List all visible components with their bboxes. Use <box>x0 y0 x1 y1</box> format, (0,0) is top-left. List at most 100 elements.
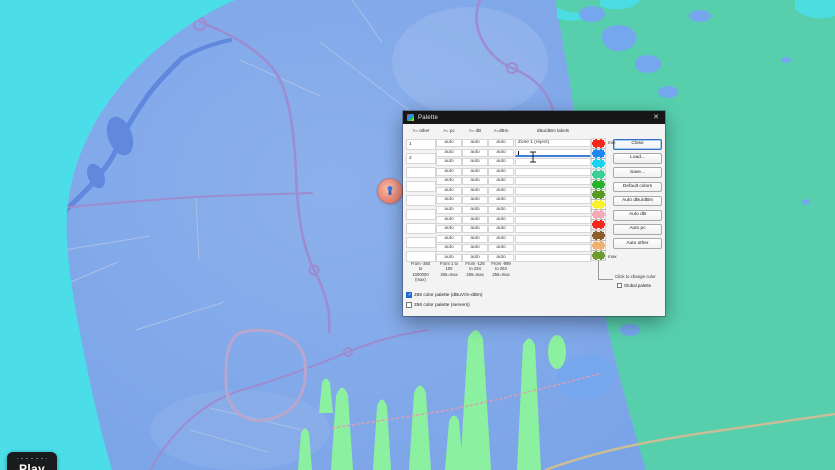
label-field[interactable] <box>515 186 591 195</box>
play-button[interactable]: Play <box>7 452 57 470</box>
site-marker[interactable] <box>378 179 402 203</box>
color-swatch[interactable] <box>591 249 606 261</box>
pc-field[interactable]: auto <box>436 215 462 224</box>
dbm-field[interactable]: auto <box>488 244 514 253</box>
pc-field[interactable]: auto <box>436 139 462 147</box>
dbm-field[interactable]: auto <box>488 167 514 176</box>
db-field[interactable]: auto <box>462 234 488 243</box>
range-db: From -126 to 234 255=max <box>465 261 485 277</box>
pc-field[interactable]: auto <box>436 186 462 195</box>
other-field[interactable] <box>406 167 436 178</box>
screen: Palette ✕ >= other >= pc >= dB >=dBm dBu… <box>0 0 835 470</box>
range-other: From -360 to 1000000 (max) <box>410 261 431 282</box>
label-field[interactable] <box>515 196 591 205</box>
dbm-field[interactable]: auto <box>488 186 514 195</box>
dbm-field[interactable]: auto <box>488 148 514 157</box>
pc-field[interactable]: auto <box>436 234 462 243</box>
dbm-field[interactable]: auto <box>488 234 514 243</box>
palette-app-icon <box>407 114 414 121</box>
labels-column: Zone 1 (reject) <box>515 139 591 262</box>
label-field[interactable] <box>515 158 591 167</box>
palette-button-default-colors[interactable]: Default colors <box>613 181 662 193</box>
dbm-field[interactable]: auto <box>488 225 514 234</box>
header-labels: dBu/dBm labels <box>536 128 570 133</box>
close-icon[interactable]: ✕ <box>647 111 665 124</box>
other-field[interactable]: 1 <box>406 139 436 150</box>
db-field[interactable]: auto <box>462 148 488 157</box>
pc-field[interactable]: auto <box>436 206 462 215</box>
pc-field[interactable]: auto <box>436 244 462 253</box>
label-field[interactable] <box>515 148 591 157</box>
label-field[interactable] <box>515 215 591 224</box>
palette-mode-servers-checkbox[interactable]: 256 color palette (servers) <box>406 302 470 308</box>
color-swatch[interactable] <box>591 158 606 170</box>
header-dbm: >=dBm <box>493 128 509 133</box>
label-field[interactable] <box>515 167 591 176</box>
color-swatch[interactable] <box>591 209 606 221</box>
db-field[interactable]: auto <box>462 206 488 215</box>
dbm-field[interactable]: auto <box>488 177 514 186</box>
dbm-field[interactable]: auto <box>488 139 514 147</box>
db-field[interactable]: auto <box>462 196 488 205</box>
other-field[interactable]: 2 <box>406 153 436 164</box>
other-field[interactable] <box>406 195 436 206</box>
swatch-column <box>591 138 606 261</box>
color-swatch[interactable] <box>591 219 606 231</box>
palette-button-load[interactable]: Load... <box>613 153 662 164</box>
db-field[interactable]: auto <box>462 158 488 167</box>
palette-button-auto-db[interactable]: Auto dB <box>613 210 662 221</box>
color-swatch[interactable] <box>591 188 606 200</box>
palette-button-close[interactable]: Close <box>613 139 662 150</box>
pc-field[interactable]: auto <box>436 148 462 157</box>
other-field[interactable] <box>406 237 436 248</box>
other-field[interactable] <box>406 223 436 234</box>
label-field[interactable]: Zone 1 (reject) <box>515 139 591 147</box>
pc-field[interactable]: auto <box>436 196 462 205</box>
other-field[interactable] <box>406 181 436 192</box>
pc-field[interactable]: auto <box>436 158 462 167</box>
color-swatch[interactable] <box>591 178 606 190</box>
label-field[interactable] <box>515 234 591 243</box>
header-db: >= dB <box>468 128 482 133</box>
label-field[interactable] <box>515 177 591 186</box>
db-field[interactable]: auto <box>462 244 488 253</box>
dbm-field[interactable]: auto <box>488 196 514 205</box>
global-palette-checkbox[interactable]: Global palette <box>617 283 651 288</box>
color-swatch[interactable] <box>591 229 606 241</box>
max-label: max <box>608 254 617 259</box>
header-other: >= other <box>412 128 430 133</box>
range-pc: From 1 to 100 255=max <box>440 261 458 277</box>
palette-button-auto-dbu-dbm[interactable]: Auto dBu/dBm <box>613 195 662 207</box>
dbm-field[interactable]: auto <box>488 215 514 224</box>
palette-button-auto-pc[interactable]: Auto pc <box>613 224 662 235</box>
db-column: auto auto auto auto auto auto auto auto auto auto… <box>462 139 488 262</box>
pc-field[interactable]: auto <box>436 225 462 234</box>
min-label: min <box>608 140 616 145</box>
color-swatch[interactable] <box>591 239 606 251</box>
other-field[interactable] <box>406 209 436 220</box>
color-swatch[interactable] <box>591 138 606 149</box>
db-field[interactable]: auto <box>462 167 488 176</box>
db-field[interactable]: auto <box>462 225 488 234</box>
palette-mode-dbuv-checkbox[interactable]: 256 color palette (dBuV/m-dBm) <box>406 292 483 298</box>
text-cursor-ibeam <box>529 150 537 168</box>
pc-field[interactable]: auto <box>436 177 462 186</box>
color-swatch[interactable] <box>591 168 606 180</box>
dialog-titlebar[interactable]: Palette ✕ <box>403 111 665 124</box>
pc-field[interactable]: auto <box>436 167 462 176</box>
db-field[interactable]: auto <box>462 139 488 147</box>
dbm-field[interactable]: auto <box>488 158 514 167</box>
color-swatch[interactable] <box>591 199 606 211</box>
color-swatch[interactable] <box>591 148 606 160</box>
label-field[interactable] <box>515 225 591 234</box>
db-field[interactable]: auto <box>462 177 488 186</box>
other-column: 12 <box>406 139 436 262</box>
db-field[interactable]: auto <box>462 186 488 195</box>
label-field[interactable] <box>515 206 591 215</box>
db-field[interactable]: auto <box>462 215 488 224</box>
label-field[interactable] <box>515 253 591 262</box>
palette-button-auto-other[interactable]: Auto other <box>613 238 662 249</box>
label-field[interactable] <box>515 244 591 253</box>
palette-button-save[interactable]: Save... <box>613 167 662 178</box>
dbm-field[interactable]: auto <box>488 206 514 215</box>
